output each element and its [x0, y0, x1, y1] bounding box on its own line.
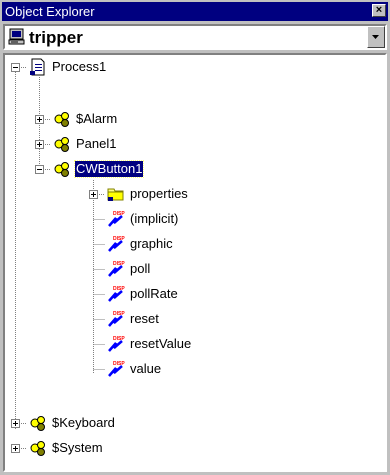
folder-icon [107, 188, 124, 201]
property-icon: DISP [108, 311, 125, 327]
property-icon: DISP [108, 336, 125, 352]
svg-text:DISP: DISP [113, 361, 125, 367]
project-selector[interactable]: tripper [3, 24, 387, 50]
svg-text:DISP: DISP [113, 261, 125, 267]
property-icon: DISP [108, 261, 125, 277]
object-explorer-window: Object Explorer × tripper Process1 $Alar… [0, 0, 390, 475]
tree-item-property[interactable]: poll [129, 261, 151, 277]
gear-object-icon [54, 137, 69, 152]
tree-item-panel1[interactable]: Panel1 [75, 136, 117, 152]
gear-object-icon [54, 112, 69, 127]
tree-item-cwbutton1[interactable]: CWButton1 [73, 160, 145, 178]
process-document-icon [30, 58, 45, 76]
tree-item-system[interactable]: $System [51, 440, 104, 456]
tree-item-property[interactable]: graphic [129, 236, 174, 252]
gear-object-icon [30, 416, 45, 431]
tree-item-properties[interactable]: properties [129, 186, 189, 202]
svg-text:DISP: DISP [113, 286, 125, 292]
collapse-toggle-cwbutton1[interactable] [35, 165, 44, 174]
expand-toggle-keyboard[interactable] [11, 419, 20, 428]
computer-icon [8, 28, 25, 45]
tree-item-property[interactable]: reset [129, 311, 160, 327]
title-bar[interactable]: Object Explorer × [2, 2, 388, 21]
close-button[interactable]: × [372, 4, 386, 17]
expand-toggle-properties[interactable] [89, 190, 98, 199]
tree-item-alarm[interactable]: $Alarm [75, 111, 118, 127]
tree-item-property[interactable]: (implicit) [129, 211, 179, 227]
svg-text:DISP: DISP [113, 311, 125, 317]
svg-text:DISP: DISP [113, 211, 125, 217]
object-tree[interactable]: Process1 $Alarm Panel1 CWButton1 propert… [3, 53, 387, 472]
window-title: Object Explorer [5, 4, 95, 19]
tree-item-property[interactable]: value [129, 361, 162, 377]
gear-object-icon [30, 441, 45, 456]
expand-toggle-system[interactable] [11, 444, 20, 453]
tree-item-keyboard[interactable]: $Keyboard [51, 415, 116, 431]
close-icon: × [375, 4, 383, 16]
tree-item-property[interactable]: resetValue [129, 336, 192, 352]
project-name: tripper [29, 28, 83, 47]
chevron-down-icon [372, 34, 379, 39]
property-icon: DISP [108, 361, 125, 377]
svg-text:DISP: DISP [113, 336, 125, 342]
dropdown-button[interactable] [367, 26, 385, 48]
tree-item-process1[interactable]: Process1 [51, 59, 107, 75]
tree-item-property[interactable]: pollRate [129, 286, 179, 302]
expand-toggle-alarm[interactable] [35, 115, 44, 124]
gear-object-icon [54, 162, 69, 177]
svg-text:DISP: DISP [113, 236, 125, 242]
property-icon: DISP [108, 236, 125, 252]
collapse-toggle-process1[interactable] [11, 63, 20, 72]
property-icon: DISP [108, 211, 125, 227]
expand-toggle-panel1[interactable] [35, 140, 44, 149]
property-icon: DISP [108, 286, 125, 302]
